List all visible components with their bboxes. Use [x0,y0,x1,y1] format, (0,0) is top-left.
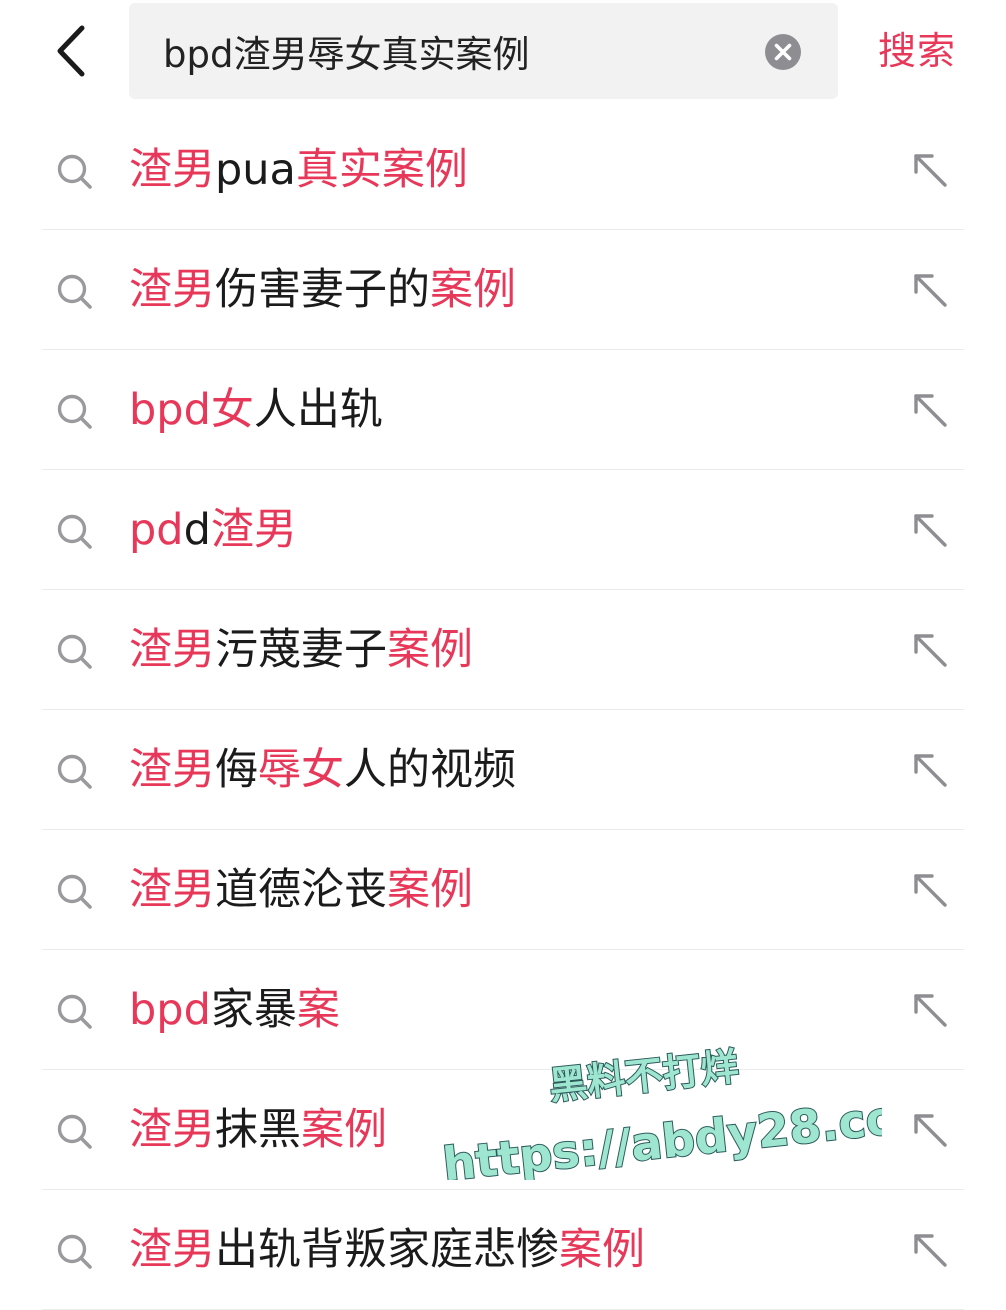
suggestion-text: 人出轨 [253,385,383,435]
highlight-text: 渣男 [129,265,215,315]
highlight-text: 渣男 [129,625,215,675]
suggestion-item[interactable]: 渣男污蔑妻子案例 [0,590,1006,710]
highlight-text: bpd [129,985,211,1035]
suggestion-item[interactable]: 渣男出轨背叛家庭悲惨案例 [0,1190,1006,1310]
highlight-text: 渣男 [129,745,215,795]
highlight-text: 案例 [559,1225,645,1275]
suggestion-item[interactable]: pdd渣男 [0,470,1006,590]
highlight-text: 辱女 [258,745,344,795]
suggestion-text: 道德沦丧 [215,865,387,915]
search-box[interactable] [129,3,838,99]
highlight-text: 真实案例 [295,145,468,195]
highlight-text: 案例 [387,865,473,915]
search-input[interactable] [163,3,753,99]
arrow-up-left-icon[interactable] [910,630,952,672]
search-icon [57,274,92,309]
search-icon [57,394,92,429]
search-icon [57,514,92,549]
suggestion-text: 侮 [215,745,258,795]
arrow-up-left-icon[interactable] [910,990,952,1032]
suggestion-label: 渣男道德沦丧案例 [129,860,473,920]
highlight-text: 案例 [430,265,516,315]
search-icon [57,1114,92,1149]
suggestion-label: pdd渣男 [129,500,297,560]
suggestion-text: 污蔑妻子 [215,625,387,675]
suggestion-label: 渣男污蔑妻子案例 [129,620,473,680]
suggestion-text: 抹黑 [215,1105,301,1155]
suggestion-label: 渣男pua真实案例 [129,140,468,200]
search-icon [57,754,92,789]
suggestion-item[interactable]: 渣男侮辱女人的视频 [0,710,1006,830]
highlight-text: 案例 [387,625,473,675]
highlight-text: 渣男 [210,505,297,555]
search-icon [57,634,92,669]
arrow-up-left-icon[interactable] [910,150,952,192]
clear-circle-icon [765,34,801,70]
suggestion-list: 渣男pua真实案例 渣男伤害妻子的案例 bpd女人出轨 pdd渣男 渣男污蔑妻子案例 渣男… [0,110,1006,1310]
suggestion-label: 渣男侮辱女人的视频 [129,740,516,800]
suggestion-text: 伤害妻子的 [215,265,430,315]
search-icon [57,874,92,909]
arrow-up-left-icon[interactable] [910,750,952,792]
arrow-up-left-icon[interactable] [910,870,952,912]
suggestion-text: 人的视频 [344,745,516,795]
suggestion-item[interactable]: bpd女人出轨 [0,350,1006,470]
highlight-text: 案例 [301,1105,387,1155]
highlight-text: 渣男 [129,865,215,915]
clear-button[interactable] [764,33,802,71]
search-header: 搜索 [0,0,1006,110]
highlight-text: 渣男 [129,145,215,195]
suggestion-label: 渣男抹黑案例 [129,1100,387,1160]
suggestion-text: 家暴 [210,985,297,1035]
highlight-text: pd [129,505,184,555]
suggestion-text: 出轨背叛家庭悲惨 [215,1225,559,1275]
highlight-text: 渣男 [129,1225,215,1275]
suggestion-text: pua [215,145,296,195]
suggestion-item[interactable]: 渣男道德沦丧案例 [0,830,1006,950]
arrow-up-left-icon[interactable] [910,270,952,312]
suggestion-label: bpd女人出轨 [129,380,383,440]
suggestion-label: 渣男伤害妻子的案例 [129,260,516,320]
suggestion-label: 渣男出轨背叛家庭悲惨案例 [129,1220,645,1280]
arrow-up-left-icon[interactable] [910,390,952,432]
highlight-text: 渣男 [129,1105,215,1155]
search-icon [57,1234,92,1269]
suggestion-item[interactable]: 渣男伤害妻子的案例 [0,230,1006,350]
arrow-up-left-icon[interactable] [910,510,952,552]
suggestion-item[interactable]: 渣男抹黑案例 [0,1070,1006,1190]
arrow-up-left-icon[interactable] [910,1110,952,1152]
suggestion-text: d [183,505,211,555]
suggestion-label: bpd家暴案 [129,980,340,1040]
highlight-text: bpd女 [129,385,254,435]
highlight-text: 案 [296,985,340,1035]
search-icon [57,994,92,1029]
suggestion-item[interactable]: bpd家暴案 [0,950,1006,1070]
arrow-up-left-icon[interactable] [910,1230,952,1272]
suggestion-item[interactable]: 渣男pua真实案例 [0,110,1006,230]
chevron-left-icon [57,25,85,77]
search-button[interactable]: 搜索 [878,26,956,76]
search-icon [57,154,92,189]
back-button[interactable] [44,16,104,88]
